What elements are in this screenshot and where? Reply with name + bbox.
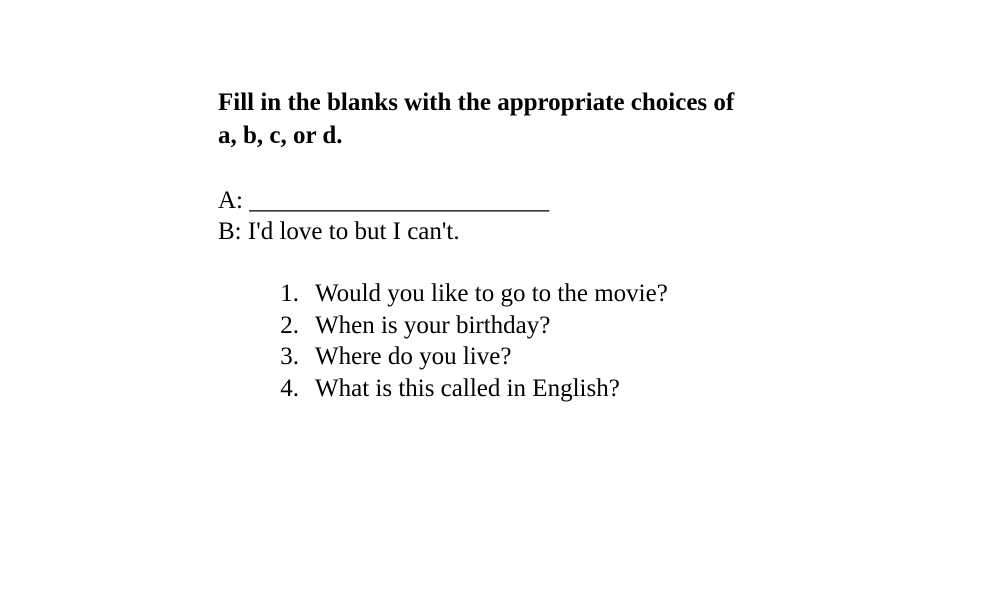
list-item: 2. When is your birthday?	[218, 310, 818, 342]
choice-number: 1.	[280, 280, 299, 307]
list-item: 4. What is this called in English?	[218, 373, 818, 405]
instructions-line-1: Fill in the blanks with the appropriate …	[218, 89, 735, 116]
choice-list: 1. Would you like to go to the movie? 2.…	[218, 278, 818, 404]
list-item: 1. Would you like to go to the movie?	[218, 278, 818, 310]
choice-text: What is this called in English?	[315, 374, 620, 402]
choice-text: When is your birthday?	[315, 311, 551, 339]
choice-text: Where do you live?	[315, 343, 512, 370]
document-page: Fill in the blanks with the appropriate …	[218, 86, 818, 404]
dialogue: A: ________________________ B: I'd love …	[218, 185, 818, 247]
list-item: 3. Where do you live?	[218, 341, 818, 373]
instructions-line-2: a, b, c, or d.	[218, 122, 343, 149]
choice-number: 4.	[280, 374, 299, 402]
dialogue-line-b: B: I'd love to but I can't.	[218, 218, 460, 245]
choice-number: 2.	[280, 311, 299, 339]
choice-number: 3.	[280, 343, 299, 370]
dialogue-line-a: A: ________________________	[218, 187, 550, 214]
choice-text: Would you like to go to the movie?	[315, 280, 668, 307]
instructions: Fill in the blanks with the appropriate …	[218, 86, 818, 152]
